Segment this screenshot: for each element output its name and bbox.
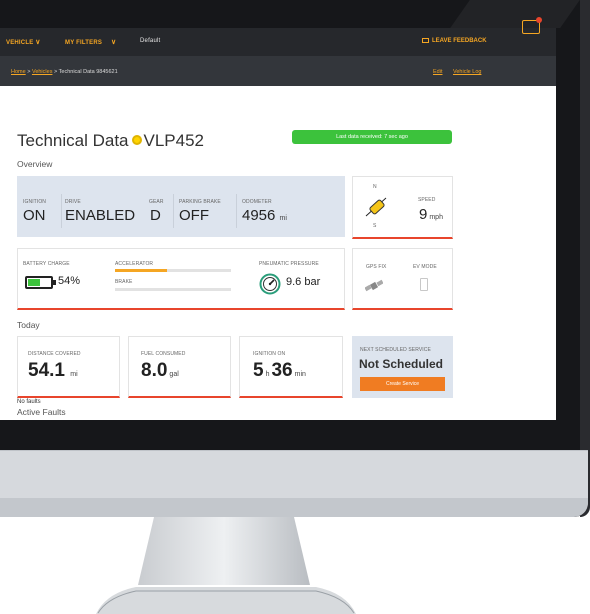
- ev-label: EV MODE: [413, 264, 437, 270]
- gear-value: D: [150, 207, 161, 224]
- breadcrumb-vehicles[interactable]: Vehicles: [32, 69, 53, 75]
- filters-menu-label: MY FILTERS: [65, 40, 103, 46]
- ignition-label: IGNITION: [23, 199, 47, 205]
- compass-icon: [365, 197, 387, 217]
- speed-card: N S SPEED 9 mph: [352, 176, 453, 239]
- fuel-label: FUEL CONSUMED: [141, 351, 186, 357]
- service-label: NEXT SCHEDULED SERVICE: [360, 347, 431, 353]
- battery-level: [28, 279, 40, 286]
- accelerator-label: ACCELERATOR: [115, 261, 154, 267]
- ignition-hours: 5: [253, 360, 264, 381]
- breadcrumb-separator: >: [27, 69, 31, 75]
- speed-label: SPEED: [418, 197, 436, 203]
- divider: [173, 194, 174, 228]
- faults-heading: Active Faults: [17, 407, 66, 417]
- monitor-reflection: [450, 0, 580, 28]
- today-heading: Today: [17, 320, 40, 330]
- compass-north: N: [373, 184, 377, 190]
- vehicle-menu[interactable]: VEHICLE ∨: [6, 38, 41, 46]
- fuel-value: 8.0 gal: [141, 360, 179, 382]
- parking-brake-label: PARKING BRAKE: [179, 199, 221, 205]
- filter-default[interactable]: Default: [140, 38, 160, 44]
- breadcrumb-home[interactable]: Home: [11, 69, 26, 75]
- ignition-hours-unit: h: [265, 371, 270, 378]
- app-screen: VEHICLE ∨ MY FILTERS ∨ Default LEAVE FEE…: [0, 28, 556, 420]
- gear-label: GEAR: [149, 199, 164, 205]
- drive-value: ENABLED: [65, 207, 136, 224]
- power-card: BATTERY CHARGE 54% ACCELERATOR BRAKE PNE…: [17, 248, 345, 310]
- odometer-value: 4956 mi: [242, 207, 287, 224]
- fuel-number: 8.0: [141, 360, 168, 381]
- ignition-minutes-unit: min: [294, 371, 306, 378]
- vehicle-menu-label: VEHICLE: [6, 40, 34, 46]
- service-card: NEXT SCHEDULED SERVICE Not Scheduled Cre…: [352, 336, 453, 398]
- accelerator-bar: [115, 269, 231, 272]
- battery-value: 54%: [58, 275, 81, 287]
- vehicle-id: VLP452: [143, 131, 205, 150]
- battery-label: BATTERY CHARGE: [23, 261, 70, 267]
- service-value: Not Scheduled: [359, 357, 444, 371]
- monitor-edge: [580, 0, 590, 517]
- feedback-icon: [422, 38, 429, 43]
- vehicle-log-link[interactable]: Vehicle Log: [453, 69, 481, 75]
- distance-value: 54.1 mi: [28, 360, 78, 382]
- overview-heading: Overview: [17, 159, 53, 169]
- main-content: Technical Data VLP452 Last data received:…: [0, 86, 556, 420]
- breadcrumb-separator: >: [53, 69, 58, 75]
- drive-label: DRIVE: [65, 199, 81, 205]
- speed-value: 9 mph: [419, 206, 443, 223]
- filters-menu[interactable]: MY FILTERS ∨: [65, 38, 116, 46]
- divider: [236, 194, 237, 228]
- gauge-icon: [259, 273, 281, 295]
- edit-link[interactable]: Edit: [433, 69, 442, 75]
- chevron-down-icon: ∨: [35, 39, 41, 46]
- ignition-time-card: IGNITION ON 5 h 36 min: [239, 336, 343, 398]
- breadcrumb-current: Technical Data 9845621: [58, 69, 118, 75]
- speed-number: 9: [419, 206, 428, 223]
- odometer-unit: mi: [279, 215, 287, 222]
- leave-feedback-button[interactable]: LEAVE FEEDBACK: [422, 38, 487, 44]
- compass-south: S: [373, 223, 377, 229]
- monitor-stand: [96, 517, 356, 614]
- divider: [61, 194, 62, 228]
- page-title-text: Technical Data: [17, 131, 129, 150]
- status-dot-icon: [131, 135, 142, 146]
- no-faults-text: No faults: [17, 399, 41, 405]
- ignition-minutes: 36: [271, 360, 293, 381]
- battery-icon: [25, 276, 56, 289]
- create-service-button[interactable]: Create Service: [360, 377, 445, 391]
- monitor-chin-shadow: [0, 498, 588, 517]
- pneumatic-label: PNEUMATIC PRESSURE: [259, 261, 319, 267]
- accelerator-level: [115, 269, 168, 272]
- distance-number: 54.1: [28, 360, 65, 381]
- ignition-on-value: 5 h 36 min: [253, 360, 306, 382]
- breadcrumb: Home > Vehicles > Technical Data 9845621…: [0, 56, 556, 86]
- odometer-number: 4956: [242, 207, 276, 224]
- feedback-label: LEAVE FEEDBACK: [432, 38, 487, 44]
- chevron-down-icon: ∨: [111, 39, 117, 46]
- fuel-card: FUEL CONSUMED 8.0 gal: [128, 336, 231, 398]
- gps-label: GPS FIX: [366, 264, 387, 270]
- brake-bar: [115, 288, 231, 291]
- distance-card: DISTANCE COVERED 54.1 mi: [17, 336, 120, 398]
- top-nav-bar: VEHICLE ∨ MY FILTERS ∨ Default LEAVE FEE…: [0, 28, 556, 56]
- speed-unit: mph: [429, 214, 443, 221]
- ignition-value: ON: [23, 207, 46, 224]
- ev-plug-icon: [420, 278, 428, 291]
- odometer-label: ODOMETER: [242, 199, 272, 205]
- last-data-badge: Last data received: 7 sec ago: [292, 130, 452, 144]
- notification-badge: [536, 17, 542, 23]
- pneumatic-value: 9.6 bar: [286, 276, 321, 288]
- vehicle-status-card: IGNITION ON DRIVE ENABLED GEAR D PARKING…: [17, 176, 345, 237]
- page-title: Technical Data VLP452: [17, 131, 204, 151]
- ignition-on-label: IGNITION ON: [253, 351, 286, 357]
- fuel-unit: gal: [169, 371, 179, 378]
- parking-brake-value: OFF: [179, 207, 209, 224]
- satellite-icon: [365, 279, 383, 292]
- distance-label: DISTANCE COVERED: [28, 351, 81, 357]
- brake-label: BRAKE: [115, 279, 133, 285]
- gps-ev-card: GPS FIX EV MODE: [352, 248, 453, 310]
- distance-unit: mi: [70, 371, 78, 378]
